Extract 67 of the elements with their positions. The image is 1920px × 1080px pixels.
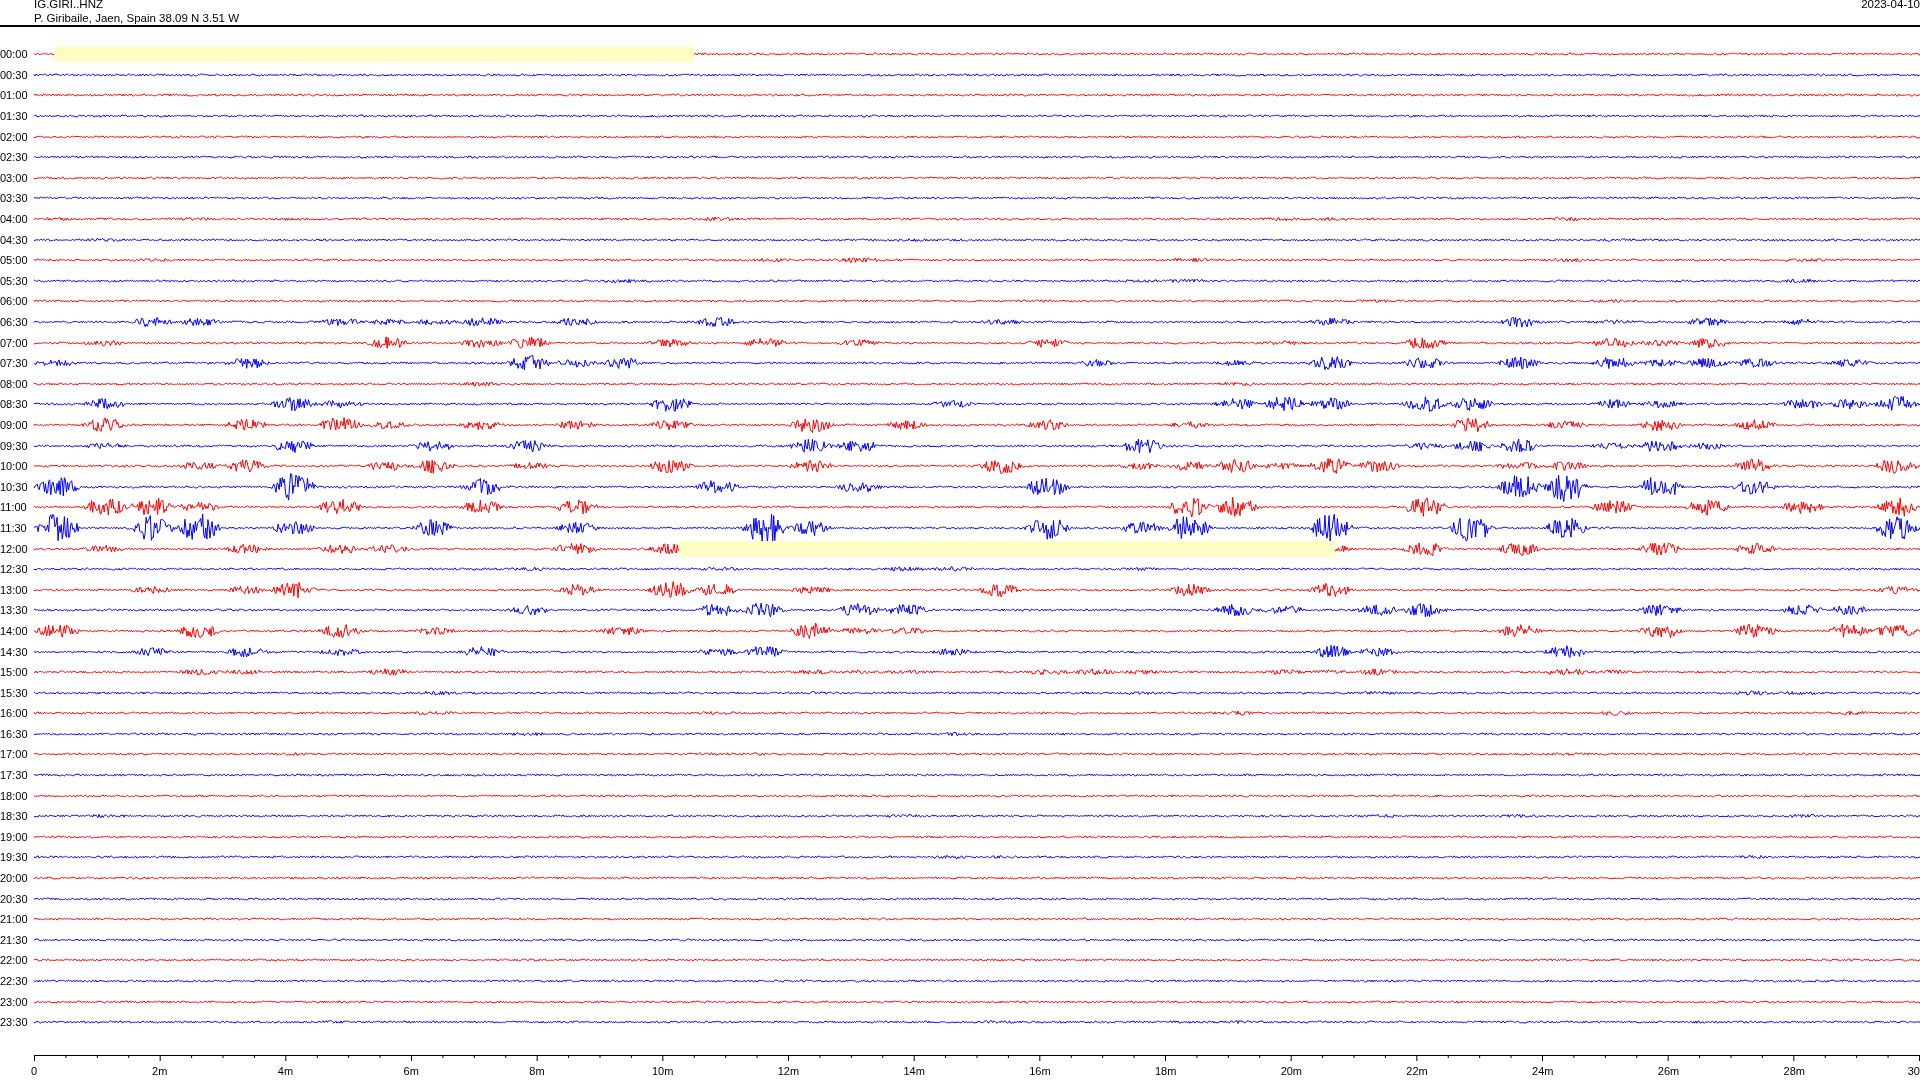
axis-label: 6m: [403, 1064, 419, 1077]
axis-label: 2m: [152, 1064, 168, 1077]
station-location: P. Giribaile, Jaen, Spain 38.09 N 3.51 W: [34, 11, 239, 25]
time-label: 03:00: [0, 171, 29, 184]
axis-label: 18m: [1154, 1064, 1177, 1077]
time-label: 14:30: [0, 645, 29, 658]
time-label: 15:30: [0, 686, 29, 699]
time-label: 05:00: [0, 254, 29, 267]
time-label: 07:30: [0, 357, 29, 370]
time-label: 14:00: [0, 624, 29, 637]
time-label: 22:30: [0, 975, 29, 987]
time-label: 23:30: [0, 1016, 29, 1029]
axis-label: 22m: [1406, 1064, 1428, 1077]
time-label: 13:30: [0, 604, 29, 617]
time-label: 23:00: [0, 995, 29, 1008]
time-label: 06:00: [0, 295, 29, 308]
time-label: 11:30: [0, 521, 28, 534]
time-label: 13:00: [0, 583, 29, 596]
time-label: 17:00: [0, 748, 29, 761]
time-label: 16:30: [0, 727, 29, 740]
time-label: 00:00: [0, 48, 29, 61]
time-label: 08:30: [0, 398, 29, 411]
time-label: 17:30: [0, 769, 29, 782]
axis-label: 8m: [529, 1064, 545, 1077]
time-label: 18:00: [0, 789, 29, 802]
time-label: 21:30: [0, 933, 29, 946]
time-label: 19:00: [0, 830, 29, 843]
time-label: 02:00: [0, 130, 29, 143]
plot-date: 2023-04-10: [1861, 0, 1920, 12]
time-label: 15:00: [0, 666, 29, 679]
time-label: 21:00: [0, 913, 29, 926]
time-label: 10:30: [0, 480, 29, 493]
time-label: 22:00: [0, 954, 29, 967]
time-label: 11:00: [0, 501, 28, 514]
time-label: 10:00: [0, 460, 29, 473]
time-label: 09:30: [0, 439, 29, 452]
time-label: 04:00: [0, 213, 29, 226]
time-label: 08:00: [0, 377, 29, 390]
time-label: 16:00: [0, 707, 29, 720]
axis-label: 30: [1907, 1064, 1920, 1077]
axis-label: 24m: [1532, 1064, 1554, 1077]
time-label: 00:30: [0, 68, 29, 81]
axis-label: 26m: [1657, 1064, 1680, 1077]
time-label: 20:00: [0, 872, 29, 885]
axis-label: 16m: [1029, 1064, 1051, 1077]
time-label: 19:30: [0, 851, 29, 864]
axis-label: 12m: [777, 1064, 800, 1077]
time-label: 03:30: [0, 192, 29, 205]
axis-label: 28m: [1783, 1064, 1805, 1077]
time-label: 12:00: [0, 542, 29, 555]
station-code: IG.GIRI..HNZ: [34, 0, 104, 11]
time-label: 05:30: [0, 274, 29, 287]
time-label: 12:30: [0, 563, 29, 576]
axis-label: 0: [31, 1064, 38, 1077]
time-label: 01:00: [0, 89, 29, 102]
time-label: 20:30: [0, 892, 29, 905]
axis-label: 20m: [1280, 1064, 1303, 1077]
time-label: 04:30: [0, 233, 29, 246]
time-label: 09:00: [0, 419, 29, 431]
axis-label: 14m: [903, 1064, 925, 1077]
time-label: 07:00: [0, 336, 29, 349]
axis-label: 4m: [277, 1064, 294, 1077]
time-label: 18:30: [0, 810, 29, 823]
time-label: 06:30: [0, 316, 29, 328]
time-label: 01:30: [0, 110, 29, 123]
time-label: 02:30: [0, 151, 29, 164]
axis-label: 10m: [651, 1064, 674, 1077]
